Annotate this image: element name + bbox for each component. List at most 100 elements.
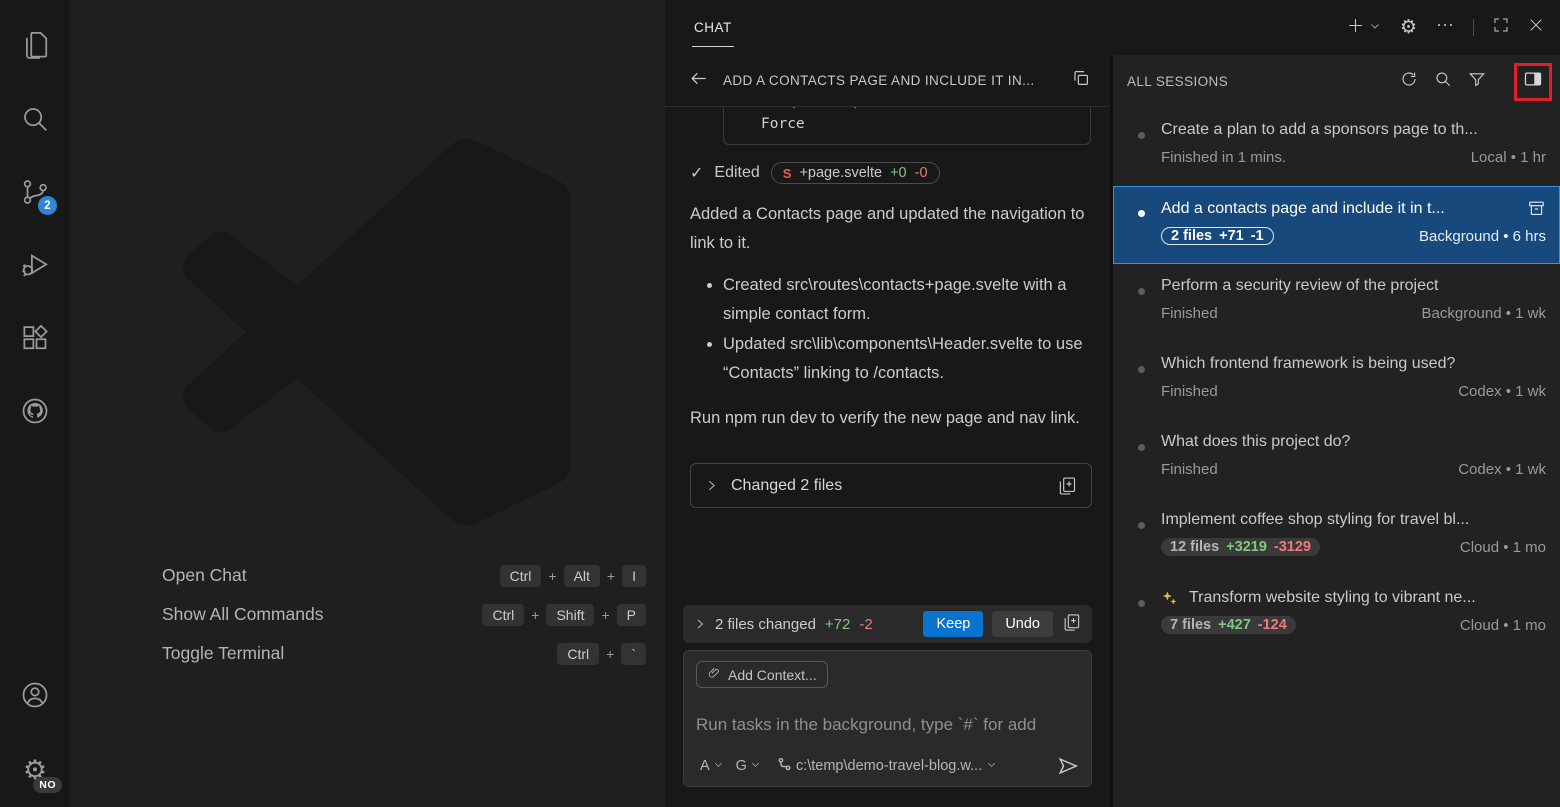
badge-added: +71 — [1219, 228, 1244, 244]
refresh-icon[interactable] — [1400, 70, 1418, 93]
filter-icon[interactable] — [1468, 70, 1486, 93]
keycap: Shift — [546, 604, 594, 626]
session-diff-badge: 12 files +3219 -3129 — [1161, 538, 1320, 556]
sidebar-item-explorer[interactable] — [0, 12, 70, 85]
more-actions-icon[interactable] — [1436, 16, 1454, 39]
chat-session-title: ADD A CONTACTS PAGE AND INCLUDE IT IN... — [723, 73, 1057, 88]
mode-label: A — [700, 758, 710, 774]
sidebar-item-source-control[interactable]: 2 — [0, 158, 70, 231]
session-row[interactable]: Create a plan to add a sponsors page to … — [1113, 108, 1560, 186]
sidebar-item-github[interactable] — [0, 377, 70, 450]
toggle-sessions-panel-icon[interactable] — [1523, 69, 1543, 94]
account-icon — [20, 680, 50, 715]
search-icon — [20, 104, 50, 139]
session-title: Which frontend framework is being used? — [1161, 355, 1546, 373]
maximize-panel-icon[interactable] — [1493, 17, 1509, 38]
chevron-down-icon[interactable] — [1369, 19, 1381, 37]
session-row-selected[interactable]: Add a contacts page and include it in t.… — [1113, 186, 1560, 264]
settings-badge: NO — [33, 777, 62, 793]
chat-input-box[interactable]: Add Context... A G — [683, 650, 1092, 787]
new-chat-button[interactable] — [1347, 17, 1381, 39]
vscode-window: 2 ⚙ NO Open Chat Ctrl+ A — [0, 0, 1560, 807]
session-status: Finished — [1161, 383, 1218, 400]
sessions-title: ALL SESSIONS — [1127, 74, 1228, 89]
archive-icon[interactable] — [1527, 199, 1546, 218]
send-button[interactable] — [1057, 755, 1079, 777]
model-picker[interactable]: G — [732, 756, 765, 776]
mode-picker[interactable]: A — [696, 756, 728, 776]
chat-input[interactable] — [696, 694, 1079, 755]
badge-removed: -3129 — [1274, 539, 1311, 555]
chevron-down-icon — [713, 758, 724, 774]
activity-bar: 2 ⚙ NO — [0, 0, 70, 807]
keycap: P — [617, 604, 646, 626]
keycap: Ctrl — [557, 643, 599, 665]
view-diff-icon[interactable] — [1057, 476, 1077, 496]
session-meta: Background • 1 wk — [1422, 305, 1546, 322]
run-debug-icon — [20, 250, 50, 285]
code-clipped-line: src\routes\contacts — [761, 107, 927, 111]
view-diff-icon[interactable] — [1062, 613, 1081, 636]
check-icon: ✓ — [690, 163, 703, 183]
session-status-dot — [1138, 366, 1145, 373]
session-row[interactable]: Perform a security review of the project… — [1113, 264, 1560, 342]
keycap: I — [622, 565, 646, 587]
chevron-right-icon[interactable] — [694, 618, 706, 630]
edited-file-pill[interactable]: S +page.svelte +0 -0 — [771, 162, 940, 184]
session-meta: Codex • 1 wk — [1458, 383, 1546, 400]
session-row[interactable]: Implement coffee shop styling for travel… — [1113, 498, 1560, 576]
back-arrow-icon[interactable] — [689, 69, 708, 93]
keycap: Ctrl — [482, 604, 524, 626]
vscode-logo-watermark — [183, 138, 571, 526]
session-status-dot — [1138, 288, 1145, 295]
chat-transcript[interactable]: src\routes\contacts Force ✓ Edited S +pa… — [665, 107, 1110, 605]
add-context-button[interactable]: Add Context... — [696, 661, 828, 688]
chat-input-controls: A G c:\temp\demo-travel-blog.w... — [696, 755, 1079, 777]
session-row[interactable]: What does this project do? Finished Code… — [1113, 420, 1560, 498]
branch-icon — [777, 757, 792, 776]
pending-changes-label: 2 files changed — [715, 616, 816, 633]
sidebar-item-settings[interactable]: ⚙ NO — [0, 734, 70, 807]
keep-button[interactable]: Keep — [923, 611, 983, 637]
plus-icon — [1347, 17, 1364, 39]
changed-files-expander[interactable]: Changed 2 files — [690, 463, 1092, 508]
sidebar-item-search[interactable] — [0, 85, 70, 158]
copy-icon[interactable] — [1072, 69, 1090, 92]
keycap: ` — [621, 643, 646, 665]
workspace-label: c:\temp\demo-travel-blog.w... — [796, 758, 982, 774]
assistant-paragraph: Run npm run dev to verify the new page a… — [690, 404, 1088, 433]
session-title: Create a plan to add a sponsors page to … — [1161, 121, 1546, 139]
removed-count: -0 — [915, 165, 928, 181]
chat-panel: ADD A CONTACTS PAGE AND INCLUDE IT IN...… — [665, 55, 1113, 807]
session-title: Perform a security review of the project — [1161, 277, 1546, 295]
shortcut-label: Show All Commands — [162, 604, 323, 625]
assistant-paragraph: Added a Contacts page and updated the na… — [690, 200, 1088, 258]
shortcut-label: Toggle Terminal — [162, 643, 284, 664]
session-status: Finished — [1161, 461, 1218, 478]
badge-removed: -124 — [1258, 617, 1287, 633]
sidebar-item-run-debug[interactable] — [0, 231, 70, 304]
session-meta: Cloud • 1 mo — [1460, 617, 1546, 634]
workspace-picker[interactable]: c:\temp\demo-travel-blog.w... — [777, 757, 997, 776]
sidebar-item-extensions[interactable] — [0, 304, 70, 377]
session-row[interactable]: Transform website styling to vibrant ne.… — [1113, 576, 1560, 654]
session-status-dot — [1138, 132, 1145, 139]
code-line: Force — [761, 116, 805, 132]
edited-file-row: ✓ Edited S +page.svelte +0 -0 — [690, 162, 1085, 184]
chat-settings-gear-icon[interactable]: ⚙ — [1400, 18, 1417, 37]
chat-session-header: ADD A CONTACTS PAGE AND INCLUDE IT IN... — [665, 55, 1110, 107]
session-row[interactable]: Which frontend framework is being used? … — [1113, 342, 1560, 420]
tab-chat[interactable]: CHAT — [692, 8, 734, 47]
search-icon[interactable] — [1434, 70, 1452, 93]
sessions-header: ALL SESSIONS — [1113, 55, 1560, 108]
chat-input-area: 2 files changed +72 -2 Keep Undo Add Con… — [665, 605, 1110, 807]
close-icon[interactable] — [1528, 17, 1544, 38]
editor-area: Open Chat Ctrl+ Alt+ I Show All Commands… — [70, 0, 665, 807]
session-status: Finished — [1161, 305, 1218, 322]
chevron-right-icon — [705, 479, 718, 492]
bullet-item: Created src\routes\contacts+page.svelte … — [723, 271, 1088, 329]
paperclip-icon — [707, 666, 721, 683]
undo-button[interactable]: Undo — [992, 611, 1053, 637]
sidebar-item-account[interactable] — [0, 661, 70, 734]
session-status-dot — [1138, 600, 1145, 607]
